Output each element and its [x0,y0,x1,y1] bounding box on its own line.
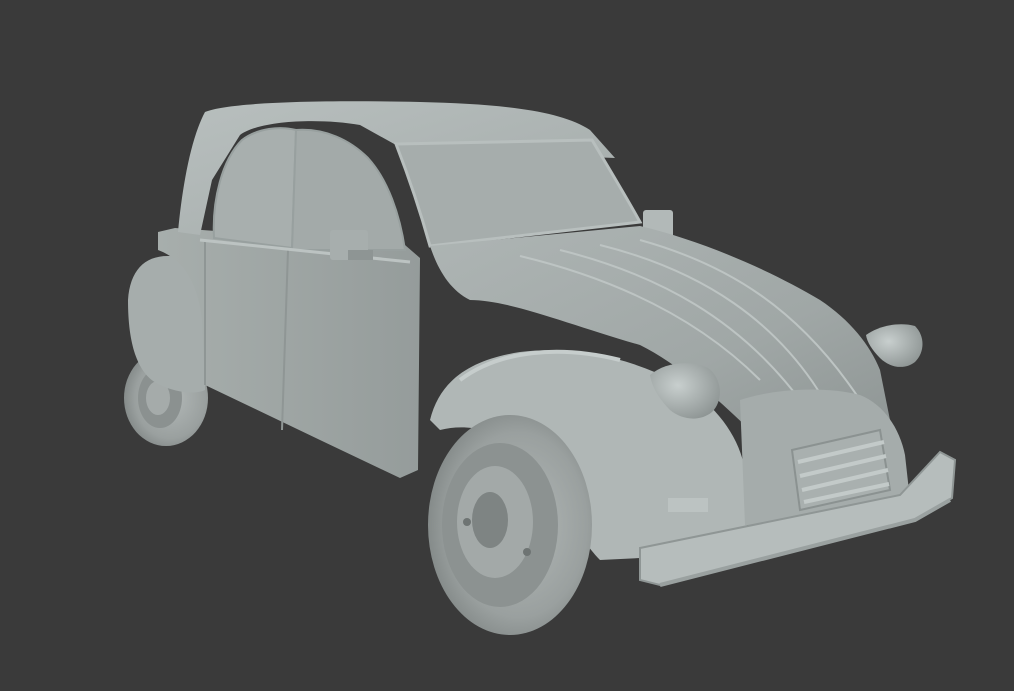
turn-signal [668,498,708,512]
car-model-render [124,101,957,635]
3d-viewport[interactable] [0,0,1014,691]
front-wheel [428,415,592,635]
side-mirror-left [330,230,373,260]
